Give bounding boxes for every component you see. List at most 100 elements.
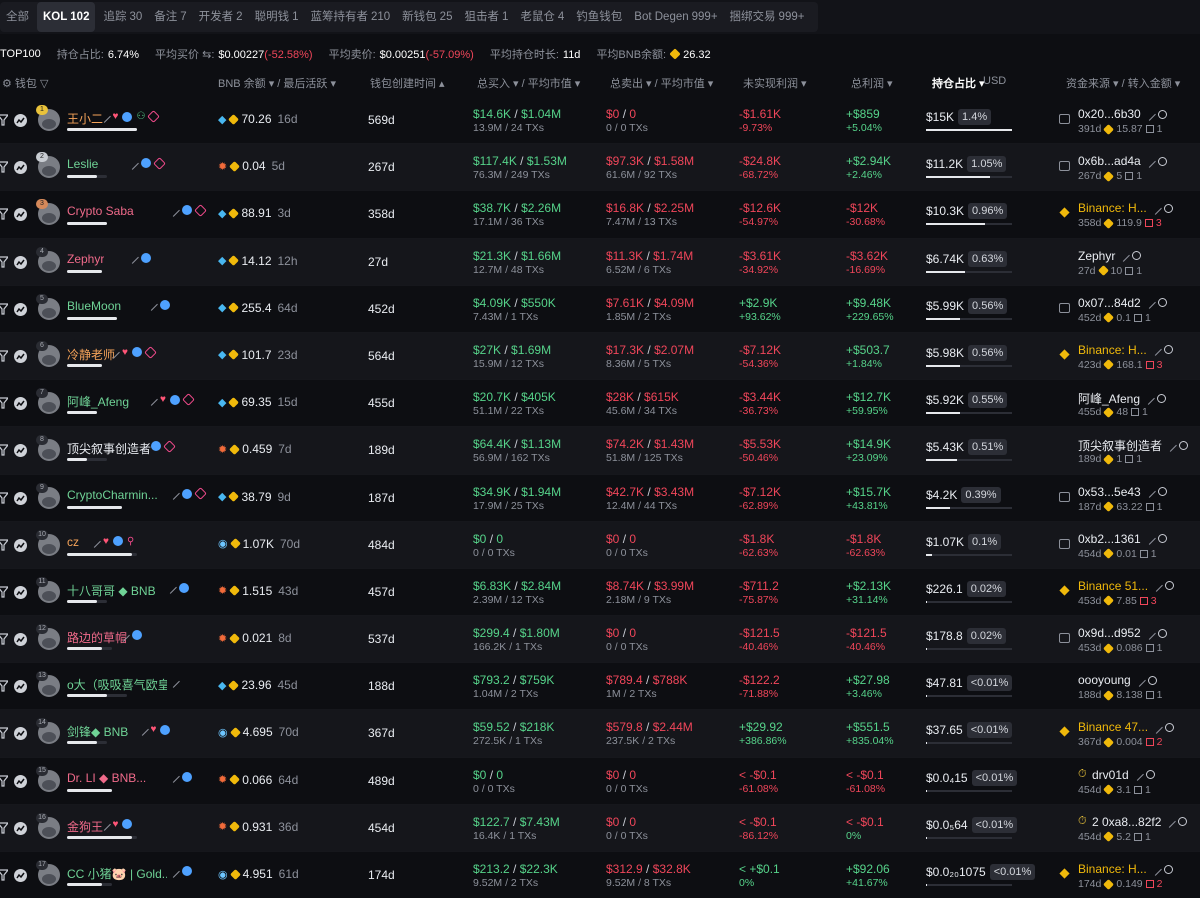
- header-bnb[interactable]: BNB 余额 ▾ / 最后活跃 ▾: [218, 75, 336, 91]
- edit-icon[interactable]: [88, 534, 101, 548]
- edit-icon[interactable]: [116, 628, 130, 642]
- wallet-name[interactable]: 剑锋◆ BNB: [67, 723, 128, 740]
- wallet-name[interactable]: 冷静老师: [67, 346, 115, 363]
- edit-icon[interactable]: [145, 298, 158, 312]
- table-row[interactable]: 1 王小二 ♥ ⚇ ◆ 70.26 16d 569d $14.6K / $1.0…: [0, 97, 1200, 145]
- header-holding[interactable]: 持仓占比 ▾: [932, 75, 985, 91]
- table-row[interactable]: 12 路边的草帽 ✹ 0.021 8d 537d $299.4 / $1.80M…: [0, 616, 1200, 664]
- edit-source-icon[interactable]: [1142, 485, 1156, 498]
- chart-icon[interactable]: [14, 538, 27, 552]
- funding-source[interactable]: 0x53...5e43: [1078, 485, 1167, 499]
- chart-icon[interactable]: [14, 349, 27, 363]
- edit-icon[interactable]: [167, 770, 180, 783]
- funding-source[interactable]: 0x9d...d952: [1078, 626, 1167, 640]
- edit-icon[interactable]: [164, 581, 177, 595]
- table-row[interactable]: 10 cz ♥ ⚲ ◉ 1.07K 70d 484d $0 / 0 0 / 0 …: [0, 521, 1200, 569]
- edit-source-icon[interactable]: [1164, 439, 1177, 453]
- filter-icon[interactable]: [0, 208, 10, 220]
- tab-1[interactable]: KOL 102: [37, 2, 96, 32]
- wallet-name[interactable]: Leslie: [67, 157, 98, 171]
- table-row[interactable]: 2 Leslie ✹ 0.04 5d 267d $117.4K / $1.53M…: [0, 144, 1200, 192]
- filter-icon[interactable]: [0, 255, 10, 268]
- header-sold[interactable]: 总卖出 ▾ / 平均市值 ▾: [610, 75, 713, 91]
- edit-source-icon[interactable]: [1142, 532, 1156, 546]
- table-row[interactable]: 5 BlueMoon ◆ 255.4 64d 452d $4.09K / $55…: [0, 286, 1200, 333]
- table-row[interactable]: 6 冷静老师 ♥ ◆ 101.7 23d 564d $27K / $1.69M …: [0, 332, 1200, 381]
- edit-source-icon[interactable]: [1142, 626, 1156, 640]
- table-row[interactable]: 16 金狗王 ♥ ✹ 0.931 36d 454d $122.7 / $7.43…: [0, 804, 1200, 852]
- filter-icon[interactable]: [0, 633, 10, 645]
- wallet-name[interactable]: Dr. LI ◆ BNB...: [67, 771, 146, 785]
- header-bought[interactable]: 总买入 ▾ / 平均市值 ▾: [477, 75, 580, 91]
- edit-icon[interactable]: [126, 156, 139, 170]
- wallet-name[interactable]: CC 小猪🐷 | Gold...: [67, 865, 167, 882]
- chart-icon[interactable]: [14, 444, 27, 458]
- edit-icon[interactable]: [135, 723, 149, 737]
- chart-icon[interactable]: [14, 114, 27, 127]
- edit-icon[interactable]: [126, 251, 139, 264]
- funding-source[interactable]: Binance: H...: [1078, 201, 1173, 215]
- wallet-name[interactable]: Crypto Saba: [67, 204, 134, 218]
- edit-icon[interactable]: [167, 487, 180, 500]
- edit-icon[interactable]: [167, 675, 180, 689]
- edit-source-icon[interactable]: [1130, 768, 1144, 781]
- tab-5[interactable]: 聪明钱 1: [249, 2, 305, 32]
- header-usd-toggle[interactable]: USD: [983, 75, 1006, 87]
- table-row[interactable]: 15 Dr. LI ◆ BNB... ✹ 0.066 64d 489d $0 /…: [0, 758, 1200, 805]
- tab-7[interactable]: 新钱包 25: [396, 2, 458, 32]
- filter-icon[interactable]: [0, 444, 10, 456]
- filter-icon[interactable]: [0, 397, 10, 409]
- wallet-name[interactable]: o大（吸吸喜气欧皇扫链版）: [67, 676, 167, 693]
- filter-icon[interactable]: [0, 161, 10, 173]
- tab-9[interactable]: 老鼠仓 4: [514, 2, 570, 32]
- tab-4[interactable]: 开发者 2: [193, 2, 249, 32]
- edit-icon[interactable]: [97, 110, 111, 123]
- funding-source[interactable]: drv01d: [1092, 768, 1155, 782]
- table-row[interactable]: 17 CC 小猪🐷 | Gold... ◉ 4.951 61d 174d $21…: [0, 852, 1200, 898]
- tab-3[interactable]: 备注 7: [148, 2, 192, 32]
- funding-source[interactable]: 0xb2...1361: [1078, 532, 1167, 546]
- edit-source-icon[interactable]: [1132, 673, 1146, 687]
- filter-icon[interactable]: [0, 775, 10, 787]
- filter-icon[interactable]: [0, 869, 10, 881]
- edit-source-icon[interactable]: [1163, 815, 1177, 829]
- funding-source[interactable]: 2 0xa8...82f2: [1092, 815, 1188, 829]
- table-row[interactable]: 13 o大（吸吸喜气欧皇扫链版） ◆ 23.96 45d 188d $793.2…: [0, 663, 1200, 711]
- funding-source[interactable]: Binance 51...: [1078, 579, 1175, 593]
- edit-source-icon[interactable]: [1142, 107, 1156, 121]
- filter-icon[interactable]: [0, 727, 10, 740]
- header-unrealized[interactable]: 未实现利润 ▾: [743, 75, 807, 91]
- edit-source-icon[interactable]: [1150, 721, 1163, 734]
- edit-source-icon[interactable]: [1148, 343, 1162, 357]
- edit-source-icon[interactable]: [1148, 862, 1162, 876]
- table-row[interactable]: 3 Crypto Saba ◆ 88.91 3d 358d $38.7K / $…: [0, 191, 1200, 239]
- edit-source-icon[interactable]: [1148, 202, 1162, 215]
- chart-icon[interactable]: [14, 208, 27, 222]
- edit-icon[interactable]: [145, 393, 158, 406]
- chart-icon[interactable]: [14, 161, 27, 175]
- wallet-name[interactable]: 金狗王: [67, 818, 103, 835]
- chart-icon[interactable]: [14, 774, 27, 788]
- funding-source[interactable]: Binance: H...: [1078, 343, 1173, 357]
- table-row[interactable]: 9 CryptoCharmin... ◆ 38.79 9d 187d $34.9…: [0, 475, 1200, 522]
- edit-icon[interactable]: [107, 346, 120, 359]
- edit-source-icon[interactable]: [1142, 154, 1156, 168]
- edit-source-icon[interactable]: [1142, 392, 1155, 405]
- edit-icon[interactable]: [167, 864, 180, 878]
- tab-2[interactable]: 追踪 30: [97, 2, 148, 32]
- wallet-name[interactable]: cz: [67, 535, 79, 549]
- funding-source[interactable]: 0x20...6b30: [1078, 107, 1167, 121]
- chart-icon[interactable]: [14, 680, 27, 694]
- table-row[interactable]: 14 剑锋◆ BNB ♥ ◉ 4.695 70d 367d $59.52 / $…: [0, 710, 1200, 758]
- edit-source-icon[interactable]: [1142, 296, 1156, 310]
- chart-icon[interactable]: [14, 727, 27, 741]
- edit-source-icon[interactable]: [1117, 249, 1131, 262]
- header-created[interactable]: 钱包创建时间 ▴: [370, 75, 445, 91]
- tab-12[interactable]: 捆绑交易 999+: [724, 2, 811, 32]
- tab-11[interactable]: Bot Degen 999+: [628, 2, 723, 32]
- edit-source-icon[interactable]: [1150, 579, 1163, 593]
- filter-icon[interactable]: [0, 491, 10, 504]
- chart-icon[interactable]: [14, 821, 27, 835]
- filter-icon[interactable]: [0, 539, 10, 551]
- edit-icon[interactable]: [167, 204, 180, 217]
